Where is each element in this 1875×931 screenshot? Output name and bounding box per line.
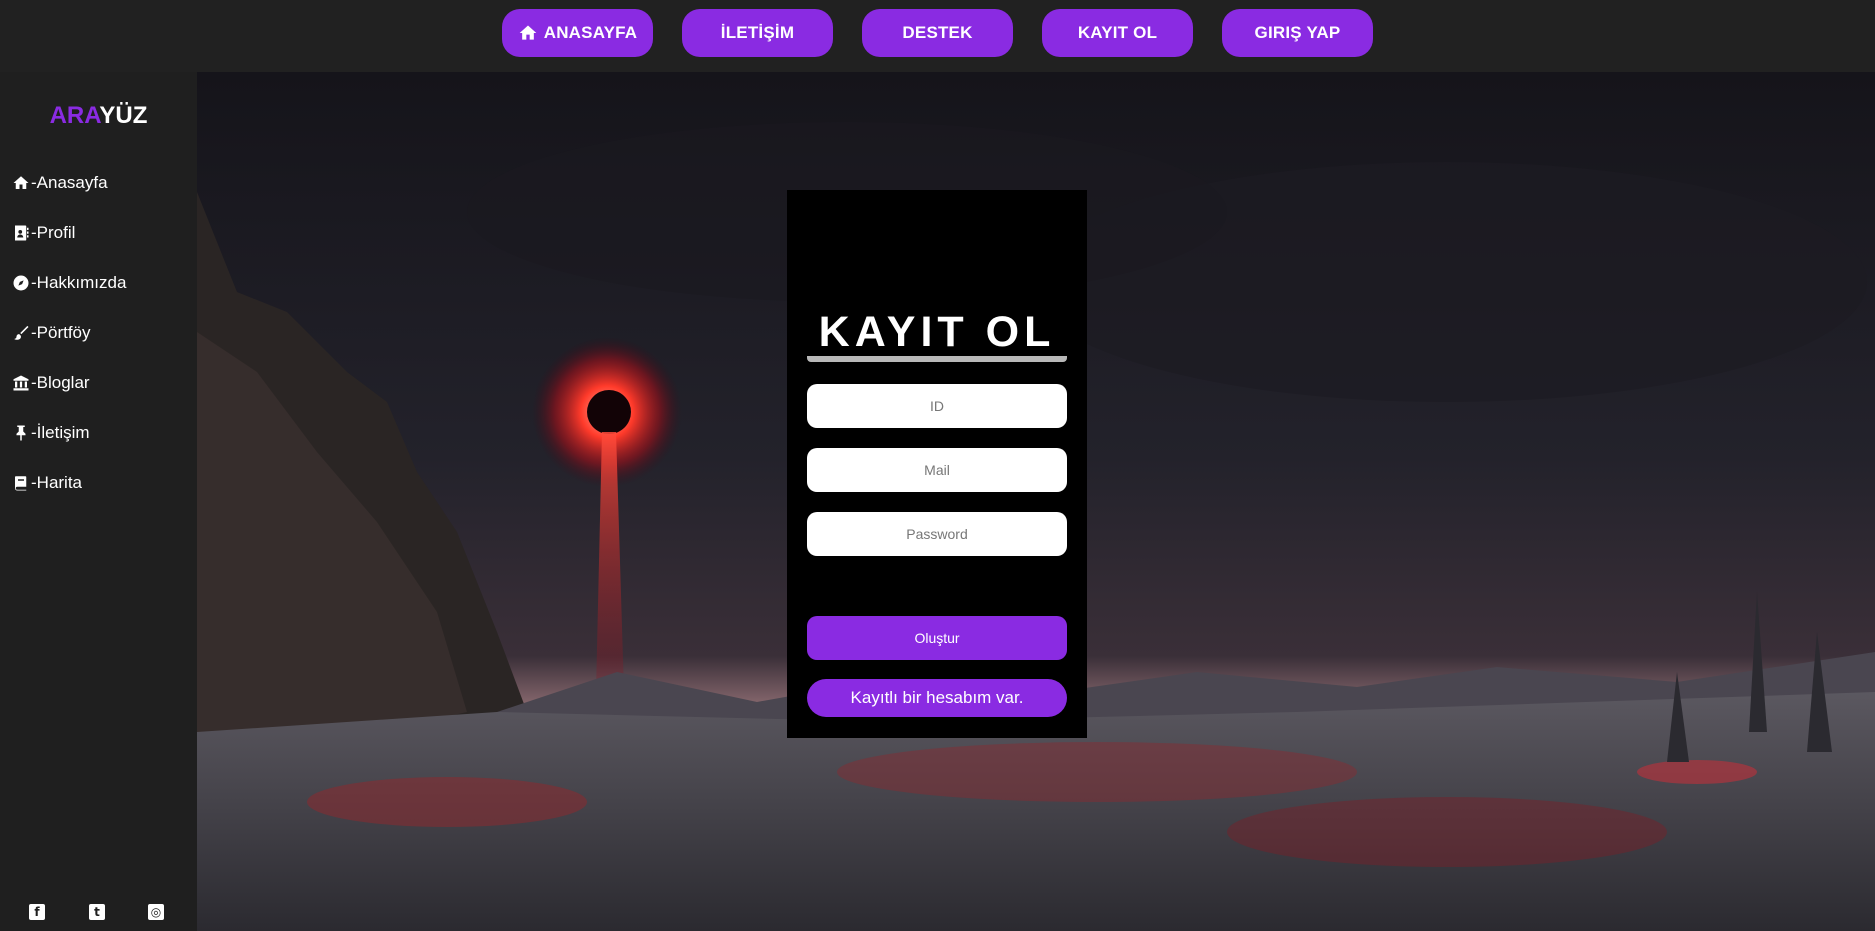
sidebar-item-label: -Anasayfa bbox=[31, 173, 108, 192]
nav-button-iletisim[interactable]: İLETİŞİM bbox=[682, 9, 833, 57]
nav-button-destek[interactable]: DESTEK bbox=[862, 9, 1013, 57]
existing-account-button[interactable]: Kayıtlı bir hesabım var. bbox=[807, 679, 1067, 717]
home-icon bbox=[13, 176, 29, 189]
sidebar-item-hakkimizda[interactable]: -Hakkımızda bbox=[12, 270, 126, 296]
sidebar-item-harita[interactable]: -Harita bbox=[12, 470, 82, 496]
nav-button-giris-yap[interactable]: GIRIŞ YAP bbox=[1222, 9, 1373, 57]
home-icon bbox=[519, 25, 537, 40]
brand-logo[interactable]: ARAYÜZ bbox=[0, 102, 197, 130]
title-underline bbox=[807, 356, 1067, 362]
instagram-glyph: ◎ bbox=[150, 905, 162, 919]
sidebar-item-profil[interactable]: -Profil bbox=[12, 220, 75, 246]
compass-icon bbox=[13, 275, 29, 291]
password-input[interactable] bbox=[807, 512, 1067, 556]
twitter-glyph: t bbox=[94, 905, 100, 919]
register-form-panel: KAYIT OL Oluştur Kayıtlı bir hesabım var… bbox=[787, 190, 1087, 738]
nav-button-label: GIRIŞ YAP bbox=[1254, 23, 1341, 42]
sidebar-item-iletisim[interactable]: -İletişim bbox=[12, 420, 90, 446]
twitter-icon[interactable]: t bbox=[89, 904, 105, 920]
nav-button-label: ANASAYFA bbox=[543, 23, 638, 42]
sidebar-item-label: -İletişim bbox=[31, 423, 90, 442]
brush-icon bbox=[14, 325, 29, 340]
logo-part-ara: ARA bbox=[49, 102, 100, 129]
top-navigation-bar: ANASAYFA İLETİŞİM DESTEK KAYIT OL GIRIŞ … bbox=[0, 0, 1875, 72]
sidebar-item-bloglar[interactable]: -Bloglar bbox=[12, 370, 90, 396]
facebook-glyph: f bbox=[34, 905, 40, 919]
address-card-icon bbox=[15, 225, 29, 241]
sidebar-item-label: -Harita bbox=[31, 473, 83, 492]
nav-button-label: KAYIT OL bbox=[1077, 23, 1158, 42]
sidebar-item-label: -Hakkımızda bbox=[31, 273, 127, 292]
pushpin-icon bbox=[16, 425, 26, 441]
nav-button-kayit-ol[interactable]: KAYIT OL bbox=[1042, 9, 1193, 57]
sidebar: ARAYÜZ -Anasayfa -Profil -Hakkımızda -Pö… bbox=[0, 72, 197, 931]
mail-input[interactable] bbox=[807, 448, 1067, 492]
sidebar-item-label: -Pörtföy bbox=[31, 323, 91, 342]
nav-button-label: DESTEK bbox=[902, 23, 973, 42]
sidebar-item-portfoy[interactable]: -Pörtföy bbox=[12, 320, 91, 346]
sidebar-item-anasayfa[interactable]: -Anasayfa bbox=[12, 170, 108, 196]
facebook-icon[interactable]: f bbox=[29, 904, 45, 920]
sidebar-item-label: -Bloglar bbox=[31, 373, 90, 392]
create-account-button[interactable]: Oluştur bbox=[807, 616, 1067, 660]
book-icon bbox=[15, 476, 27, 491]
id-input[interactable] bbox=[807, 384, 1067, 428]
nav-button-anasayfa[interactable]: ANASAYFA bbox=[502, 9, 653, 57]
form-title: KAYIT OL bbox=[818, 308, 1056, 356]
instagram-icon[interactable]: ◎ bbox=[148, 904, 164, 920]
bank-icon bbox=[13, 375, 29, 391]
logo-part-yuz: YÜZ bbox=[99, 102, 148, 129]
sidebar-item-label: -Profil bbox=[31, 223, 76, 242]
nav-button-label: İLETİŞİM bbox=[720, 23, 795, 42]
